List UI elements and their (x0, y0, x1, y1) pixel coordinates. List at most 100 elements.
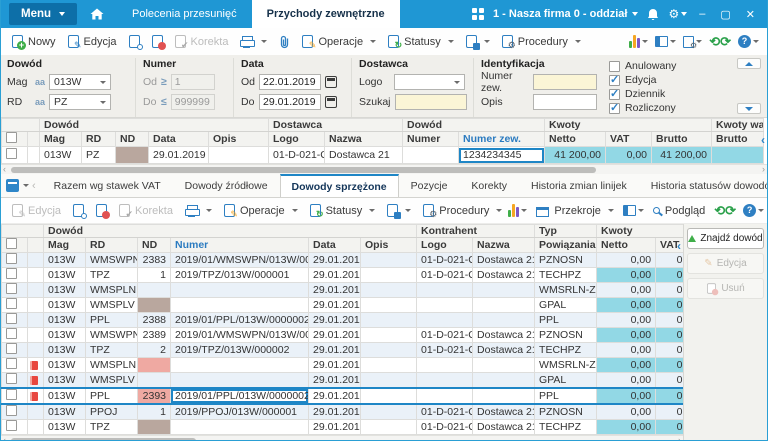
numer-do-input[interactable] (171, 94, 215, 110)
row-checkbox[interactable] (6, 358, 17, 369)
table-row[interactable]: 013W TPZ 1 2019/TPZ/013W/000001 29.01.20… (2, 268, 684, 283)
maximize-button[interactable]: ▢ (717, 8, 733, 21)
window-tab-przychody-active[interactable]: Przychody zewnętrzne (252, 0, 400, 28)
close-button[interactable]: ✕ (743, 8, 758, 21)
column-header-brutto-wal[interactable]: Brutto (712, 132, 764, 147)
extra-doc-button[interactable] (460, 31, 496, 53)
document-row[interactable]: 013W PZ 29.01.2019 01-D-021-C Dostawca 2… (2, 147, 764, 164)
table-row[interactable]: 013W TPZ 2 2019/TPZ/013W/000002 29.01.20… (2, 343, 684, 358)
print-button[interactable] (234, 31, 273, 53)
detail-print-button[interactable] (179, 200, 218, 222)
data-od-input[interactable] (259, 74, 321, 90)
scrollbar-thumb[interactable] (11, 438, 196, 440)
detail-edit-button[interactable]: ✎Edycja (6, 200, 67, 222)
chart-menu-button[interactable] (629, 35, 648, 48)
column-header-data[interactable]: Data (309, 238, 361, 253)
detail-tab[interactable]: Razem wg stawek VAT (42, 174, 173, 197)
multiselect-icon[interactable]: aa (35, 97, 45, 107)
row-checkbox[interactable] (6, 253, 17, 264)
data-do-input[interactable] (259, 94, 321, 110)
detail-help-button[interactable]: ? (743, 204, 764, 217)
table-row[interactable]: 013W PPOJ 1 2019/PPOJ/013W/000001 29.01.… (2, 404, 684, 420)
preview-doc-button[interactable] (123, 31, 146, 53)
detail-tab[interactable]: Dowody sprzężone (280, 174, 399, 197)
column-header-opis[interactable]: Opis (209, 132, 269, 147)
column-header-opis[interactable]: Opis (361, 238, 417, 253)
menu-button[interactable]: Menu (9, 3, 77, 25)
column-header-numer[interactable]: Numer (403, 132, 459, 147)
attachments-button[interactable] (273, 31, 296, 53)
help-button[interactable]: ? (738, 35, 759, 48)
column-header-powiazania[interactable]: Powiązania (535, 238, 597, 253)
table-row[interactable]: 013W WMSWPN 2389 2019/01/WMSWPN/013W/000… (2, 328, 684, 343)
table-row[interactable]: 013W WMSPLN 29.01.2019 WMSRLN-ZO 0,00 0,… (2, 283, 684, 298)
row-checkbox[interactable] (6, 148, 17, 159)
column-header-netto[interactable]: Netto (545, 132, 606, 147)
filter-checkbox[interactable]: Dziennik (609, 87, 676, 101)
filter-checkbox[interactable]: Edycja (609, 73, 676, 87)
preview-button[interactable]: Podgląd (651, 200, 707, 222)
scroll-right-icon[interactable]: › (762, 164, 765, 174)
detail-statuses-button[interactable]: ↻Statusy (304, 200, 382, 222)
row-checkbox[interactable] (6, 405, 17, 416)
detail-preview-doc-button[interactable] (67, 200, 90, 222)
column-header-mag[interactable]: Mag (40, 132, 82, 147)
delete-button[interactable] (146, 31, 169, 53)
row-checkbox[interactable] (6, 283, 17, 294)
collapse-filter-up-button[interactable] (737, 58, 761, 69)
apps-grid-icon[interactable] (472, 8, 484, 20)
detail-tab[interactable]: Korekty (459, 174, 519, 197)
row-checkbox[interactable] (6, 389, 17, 400)
cell-numer-zew-edit[interactable]: 1234234345 (459, 148, 544, 163)
select-all-checkbox[interactable] (6, 238, 17, 249)
szukaj-input[interactable] (395, 94, 467, 110)
collapse-left-icon[interactable]: ‹ (761, 134, 765, 146)
column-header-netto[interactable]: Netto (597, 238, 656, 253)
dock-menu-button[interactable] (655, 36, 676, 47)
table-row[interactable]: 013W WMSPLV 29.01.2019 GPAL 0,00 0,00 (2, 373, 684, 389)
column-header-logo[interactable]: Logo (417, 238, 473, 253)
company-selector[interactable]: 1 - Nasza firma 0 - oddział (493, 8, 638, 20)
column-header-vat[interactable]: VAT (606, 132, 652, 147)
sections-button[interactable]: Przekroje (534, 200, 615, 222)
scroll-left-icon[interactable]: ‹ (3, 164, 6, 174)
calendar-icon[interactable] (325, 96, 337, 108)
detail-correction-button[interactable]: ✔Korekta (113, 200, 179, 222)
new-button[interactable]: +Nowy (6, 31, 62, 53)
column-header-nd[interactable]: ND (116, 132, 149, 147)
operations-button[interactable]: ✎Operacje (296, 31, 382, 53)
correction-button[interactable]: ✔Korekta (169, 31, 235, 53)
mag-select[interactable]: 013W (49, 74, 111, 90)
column-header-rd[interactable]: RD (86, 238, 138, 253)
horizontal-scrollbar[interactable]: ‹ › (1, 164, 767, 174)
scroll-right-icon[interactable]: › (678, 435, 681, 440)
detail-extra-doc-button[interactable] (381, 200, 417, 222)
detail-dock-button[interactable] (623, 205, 644, 216)
home-button[interactable] (77, 0, 117, 28)
row-checkbox[interactable] (6, 298, 17, 309)
column-header-nazwa[interactable]: Nazwa (473, 238, 535, 253)
detail-procedures-button[interactable]: ⚙Procedury (417, 200, 508, 222)
window-settings-button[interactable]: ⚙ (683, 36, 702, 48)
detail-delete-button[interactable] (90, 200, 113, 222)
calendar-icon[interactable] (325, 76, 337, 88)
column-header-brutto[interactable]: Brutto (652, 132, 712, 147)
window-tab-polecenia[interactable]: Polecenia przesunięć (117, 0, 252, 28)
table-row[interactable]: 013W WMSPLV 29.01.2019 GPAL 0,00 0,00 (2, 298, 684, 313)
scrollbar-thumb[interactable] (11, 167, 596, 173)
edit-button[interactable]: ✎Edycja (62, 31, 123, 53)
layout-button[interactable] (6, 179, 29, 192)
column-header-logo[interactable]: Logo (269, 132, 325, 147)
multiselect-icon[interactable]: aa (35, 77, 45, 87)
column-header-nazwa[interactable]: Nazwa (325, 132, 403, 147)
detail-tab[interactable]: Pozycje (399, 174, 460, 197)
collapse-left-icon[interactable]: ‹ (677, 240, 681, 252)
minimize-button[interactable]: – (696, 8, 708, 20)
select-all-checkbox[interactable] (6, 132, 17, 143)
column-header-numer-zew[interactable]: Numer zew. (459, 132, 545, 147)
bell-icon[interactable] (647, 8, 659, 21)
detail-refresh-button[interactable]: ⟲⟳ (714, 204, 736, 217)
table-row[interactable]: 013W PPL 2388 2019/01/PPL/013W/000000238… (2, 313, 684, 328)
statuses-button[interactable]: ↻Statusy (382, 31, 460, 53)
filter-checkbox[interactable]: Anulowany (609, 59, 676, 73)
